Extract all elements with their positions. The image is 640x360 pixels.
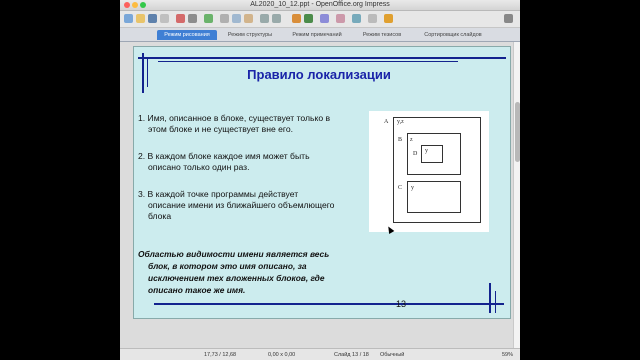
scope-definition-note: Областью видимости имени является весь б… xyxy=(138,248,384,296)
paste-icon[interactable] xyxy=(244,14,253,23)
slide-workspace[interactable]: Правило локализации 1. Имя, описанное в … xyxy=(120,42,513,348)
help-icon[interactable] xyxy=(504,14,513,23)
note-line-1: Областью видимости имени является весь xyxy=(138,249,330,259)
redo-icon[interactable] xyxy=(272,14,281,23)
note-line-4: описано такое же имя. xyxy=(148,285,246,295)
spellcheck-icon[interactable] xyxy=(204,14,213,23)
undo-icon[interactable] xyxy=(260,14,269,23)
left-frame-line xyxy=(147,59,148,87)
block-c-vars: y xyxy=(411,185,414,191)
slide-canvas[interactable]: Правило локализации 1. Имя, описанное в … xyxy=(133,46,511,319)
rule-3-line-1: 3. В каждой точке программы действует xyxy=(138,189,299,199)
slide-page-number: 13 xyxy=(396,299,407,309)
vertical-scrollbar[interactable] xyxy=(513,42,520,348)
note-line-2: блок, в котором это имя описано, за xyxy=(148,261,307,271)
window-title: AL2020_10_12.ppt - OpenOffice.org Impres… xyxy=(250,1,390,8)
title-bar: AL2020_10_12.ppt - OpenOffice.org Impres… xyxy=(120,0,520,11)
standard-toolbar xyxy=(120,11,520,28)
rule-item-3: 3. В каждой точке программы действует оп… xyxy=(138,189,334,222)
tab-notes-view[interactable]: Режим примечаний xyxy=(284,30,350,40)
slide-title: Правило локализации xyxy=(247,67,391,82)
print-icon[interactable] xyxy=(188,14,197,23)
zoom-icon[interactable] xyxy=(368,14,377,23)
rule-2-line-2: описано только один раз. xyxy=(148,162,250,172)
slideshow-icon[interactable] xyxy=(384,14,393,23)
note-line-3: исключением тех вложенных блоков, где xyxy=(148,273,325,283)
status-bar: 17,73 / 12,68 0,00 x 0,00 Слайд 13 / 18 … xyxy=(120,348,520,360)
edit-file-icon[interactable] xyxy=(160,14,169,23)
vertical-scrollbar-thumb[interactable] xyxy=(515,102,520,162)
top-frame-bar xyxy=(138,57,506,59)
tab-drawing-view[interactable]: Режим рисования xyxy=(157,30,217,40)
rule-item-2: 2. В каждом блоке каждое имя может быть … xyxy=(138,151,310,173)
block-d-label: D xyxy=(413,151,418,157)
cut-icon[interactable] xyxy=(220,14,229,23)
block-b-label: B xyxy=(398,137,403,143)
draw-functions-icon[interactable] xyxy=(320,14,329,23)
open-folder-icon[interactable] xyxy=(136,14,145,23)
cursor-position: 17,73 / 12,68 xyxy=(204,352,237,358)
tab-slide-sorter[interactable]: Сортировщик слайдов xyxy=(414,30,492,40)
block-c-box xyxy=(407,181,461,213)
rule-2-line-1: 2. В каждом блоке каждое имя может быть xyxy=(138,151,310,161)
new-document-icon[interactable] xyxy=(124,14,133,23)
chart-icon[interactable] xyxy=(292,14,301,23)
block-a-vars: y,z xyxy=(397,119,404,125)
zoom-level[interactable]: 59% xyxy=(502,349,513,360)
rule-3-line-2: описание имени из ближайшего объемлющего xyxy=(148,200,335,210)
block-nesting-diagram[interactable]: A y,z B z D y C y xyxy=(369,111,489,232)
top-frame-line xyxy=(158,61,458,62)
block-c-label: C xyxy=(398,185,403,191)
slide-counter: Слайд 13 / 18 xyxy=(334,352,369,358)
rule-1-line-2: этом блоке и не существует вне его. xyxy=(148,124,294,134)
block-d-vars: y xyxy=(425,148,428,154)
bottom-frame-bar xyxy=(154,303,504,305)
left-frame-bar xyxy=(142,53,144,93)
rule-3-line-3: блока xyxy=(148,211,172,221)
rule-item-1: 1. Имя, описанное в блоке, существует то… xyxy=(138,113,330,135)
view-tabs: Режим рисования Режим структуры Режим пр… xyxy=(120,28,520,42)
tab-outline-view[interactable]: Режим структуры xyxy=(220,30,280,40)
table-icon[interactable] xyxy=(304,14,313,23)
slide-layout: Обычный xyxy=(380,352,405,358)
rule-1-line-1: 1. Имя, описанное в блоке, существует то… xyxy=(138,113,331,123)
save-icon[interactable] xyxy=(148,14,157,23)
tab-handout-view[interactable]: Режим тезисов xyxy=(353,30,411,40)
right-frame-bar xyxy=(489,283,491,313)
block-b-vars: z xyxy=(410,137,413,143)
gallery-icon[interactable] xyxy=(352,14,361,23)
impress-window: AL2020_10_12.ppt - OpenOffice.org Impres… xyxy=(120,0,520,360)
block-a-label: A xyxy=(384,119,389,125)
object-size: 0,00 x 0,00 xyxy=(268,352,296,358)
navigator-icon[interactable] xyxy=(336,14,345,23)
copy-icon[interactable] xyxy=(232,14,241,23)
right-frame-line xyxy=(495,291,496,313)
export-pdf-icon[interactable] xyxy=(176,14,185,23)
